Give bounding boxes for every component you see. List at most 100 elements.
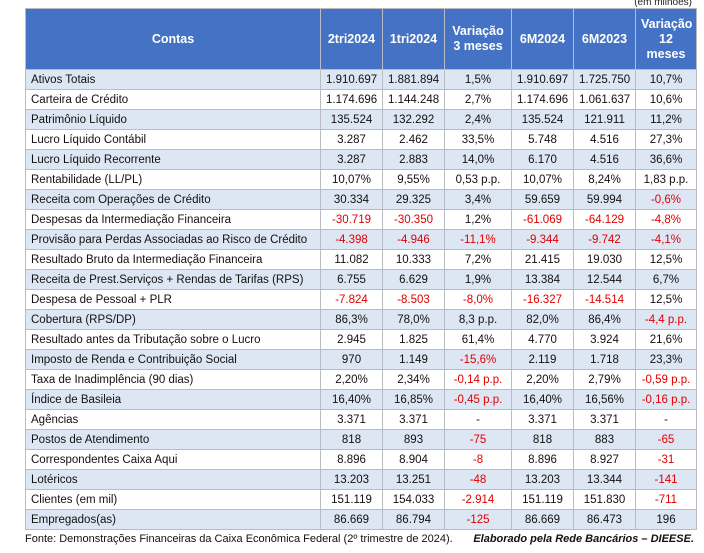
table-cell: -48 xyxy=(444,469,512,490)
table-cell: 1.144.248 xyxy=(382,89,445,110)
row-label: Ativos Totais xyxy=(25,69,321,90)
table-cell: 16,85% xyxy=(382,389,445,410)
row-label: Cobertura (RPS/DP) xyxy=(25,309,321,330)
table-cell: 151.119 xyxy=(320,489,383,510)
table-cell: 1.881.894 xyxy=(382,69,445,90)
table-cell: 30.334 xyxy=(320,189,383,210)
table-row: Carteira de Crédito 1.174.696 1.144.248 2,7… xyxy=(25,89,697,110)
table-cell: 196 xyxy=(635,509,697,530)
row-label: Lotéricos xyxy=(25,469,321,490)
row-label: Despesa de Pessoal + PLR xyxy=(25,289,321,310)
table-cell: 2.945 xyxy=(320,329,383,350)
header-contas: Contas xyxy=(25,8,321,70)
table-row: Rentabilidade (LL/PL) 10,07% 9,55% 0,53 p.p… xyxy=(25,169,697,190)
table-cell: -0,45 p.p. xyxy=(444,389,512,410)
table-cell: -14.514 xyxy=(573,289,636,310)
table-cell: 23,3% xyxy=(635,349,697,370)
row-label: Taxa de Inadimplência (90 dias) xyxy=(25,369,321,390)
row-label: Agências xyxy=(25,409,321,430)
table-header-row: Contas 2tri2024 1tri2024 Variação 3 mese… xyxy=(25,8,697,70)
table-row: Receita de Prest.Serviços + Rendas de Ta… xyxy=(25,269,697,290)
table-cell: 8.896 xyxy=(511,449,574,470)
header-6m2023: 6M2023 xyxy=(573,8,636,70)
table-row: Lucro Líquido Contábil 3.287 2.462 33,5% 5.7… xyxy=(25,129,697,150)
table-cell: 9,55% xyxy=(382,169,445,190)
row-label: Patrimônio Líquido xyxy=(25,109,321,130)
table-cell: 33,5% xyxy=(444,129,512,150)
table-cell: 10.333 xyxy=(382,249,445,270)
table-cell: 1.061.637 xyxy=(573,89,636,110)
table-cell: 3.287 xyxy=(320,129,383,150)
table-cell: -4.946 xyxy=(382,229,445,250)
table-cell: 16,40% xyxy=(511,389,574,410)
table-cell: 86.669 xyxy=(320,509,383,530)
table-row: Cobertura (RPS/DP) 86,3% 78,0% 8,3 p.p. 82,0… xyxy=(25,309,697,330)
table-cell: -141 xyxy=(635,469,697,490)
table-cell: 1.174.696 xyxy=(320,89,383,110)
table-cell: 1.149 xyxy=(382,349,445,370)
table-cell: 10,6% xyxy=(635,89,697,110)
table-cell: -9.742 xyxy=(573,229,636,250)
table-cell: 6.755 xyxy=(320,269,383,290)
table-cell: 12,5% xyxy=(635,289,697,310)
table-cell: 78,0% xyxy=(382,309,445,330)
table-cell: 29.325 xyxy=(382,189,445,210)
table-cell: 12.544 xyxy=(573,269,636,290)
table-cell: 2,4% xyxy=(444,109,512,130)
table-cell: 59.994 xyxy=(573,189,636,210)
table-cell: 82,0% xyxy=(511,309,574,330)
table-cell: 6.629 xyxy=(382,269,445,290)
header-2tri2024: 2tri2024 xyxy=(320,8,383,70)
table-cell: 1,9% xyxy=(444,269,512,290)
table-cell: -8,0% xyxy=(444,289,512,310)
row-label: Índice de Basileia xyxy=(25,389,321,410)
table-row: Índice de Basileia 16,40% 16,85% -0,45 p.p.… xyxy=(25,389,697,410)
table-cell: 818 xyxy=(320,429,383,450)
table-cell: 154.033 xyxy=(382,489,445,510)
table-cell: 21.415 xyxy=(511,249,574,270)
table-cell: 2,7% xyxy=(444,89,512,110)
table-cell: 2,34% xyxy=(382,369,445,390)
table-cell: 3.924 xyxy=(573,329,636,350)
table-cell: -8 xyxy=(444,449,512,470)
table-cell: 10,07% xyxy=(320,169,383,190)
table-cell: 3.371 xyxy=(320,409,383,430)
table-cell: 11,2% xyxy=(635,109,697,130)
table-cell: - xyxy=(444,409,512,430)
table-cell: -31 xyxy=(635,449,697,470)
row-label: Despesas da Intermediação Financeira xyxy=(25,209,321,230)
table-cell: 2.462 xyxy=(382,129,445,150)
table-cell: 10,07% xyxy=(511,169,574,190)
table-cell: -8.503 xyxy=(382,289,445,310)
table-row: Postos de Atendimento 818 893 -75 818 883 -65 xyxy=(25,429,697,450)
header-variacao-3-meses: Variação 3 meses xyxy=(444,8,512,70)
table-cell: 86.473 xyxy=(573,509,636,530)
table-cell: 86,3% xyxy=(320,309,383,330)
table-cell: 13.251 xyxy=(382,469,445,490)
table-cell: 135.524 xyxy=(511,109,574,130)
table-cell: -4.398 xyxy=(320,229,383,250)
table-cell: 13.203 xyxy=(511,469,574,490)
row-label: Imposto de Renda e Contribuição Social xyxy=(25,349,321,370)
table-cell: - xyxy=(635,409,697,430)
table-cell: -4,8% xyxy=(635,209,697,230)
table-cell: 151.119 xyxy=(511,489,574,510)
table-cell: 13.203 xyxy=(320,469,383,490)
table-cell: -64.129 xyxy=(573,209,636,230)
table-cell: 4.770 xyxy=(511,329,574,350)
row-label: Lucro Líquido Recorrente xyxy=(25,149,321,170)
table-cell: -125 xyxy=(444,509,512,530)
table-cell: 132.292 xyxy=(382,109,445,130)
table-cell: 6,7% xyxy=(635,269,697,290)
table-cell: 1.910.697 xyxy=(320,69,383,90)
table-cell: -4,4 p.p. xyxy=(635,309,697,330)
row-label: Lucro Líquido Contábil xyxy=(25,129,321,150)
table-cell: 3.371 xyxy=(511,409,574,430)
table-row: Empregados(as) 86.669 86.794 -125 86.669 86.4… xyxy=(25,509,697,530)
source-note: Fonte: Demonstrações Financeiras da Caix… xyxy=(25,533,453,545)
table-cell: -711 xyxy=(635,489,697,510)
table-cell: -61.069 xyxy=(511,209,574,230)
credit-note: Elaborado pela Rede Bancários – DIEESE. xyxy=(473,533,694,545)
table-cell: -0,59 p.p. xyxy=(635,369,697,390)
table-cell: 2.119 xyxy=(511,349,574,370)
